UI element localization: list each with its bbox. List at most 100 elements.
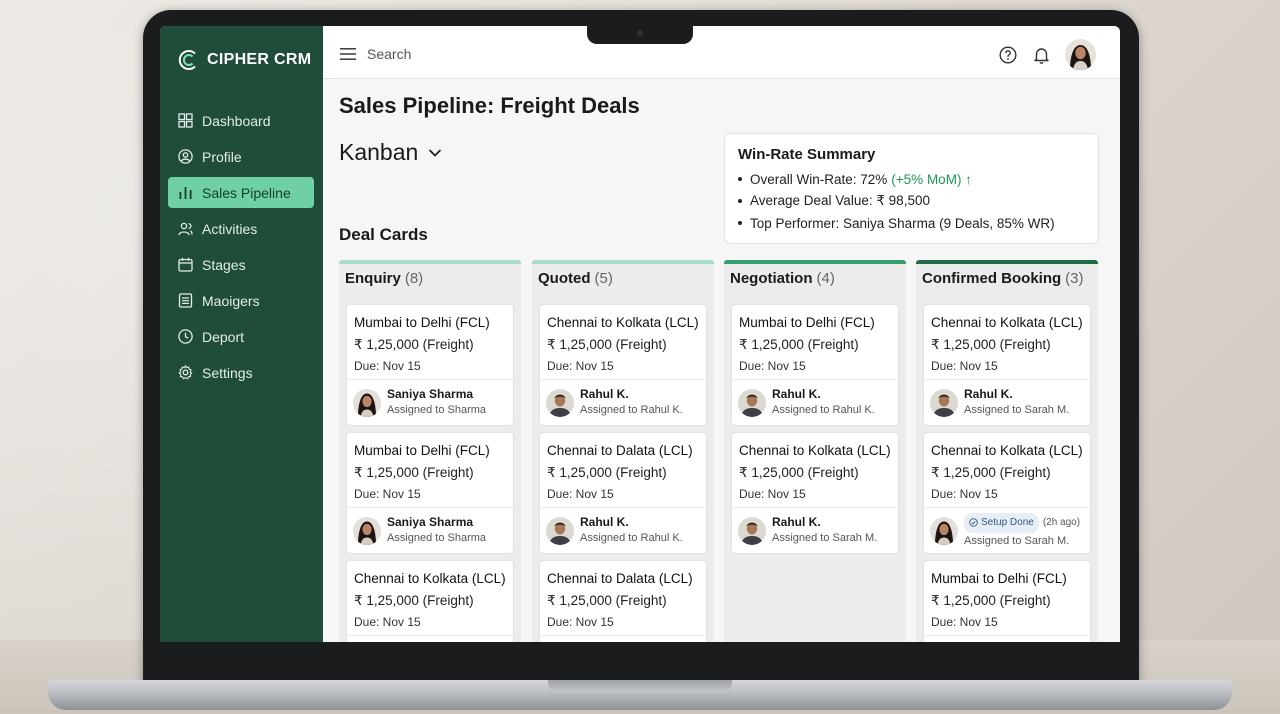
deal-value: ₹ 1,25,000 (Freight) xyxy=(739,337,859,352)
deal-due-date: Due: Nov 15 xyxy=(739,487,806,501)
assignee-avatar xyxy=(353,516,381,545)
sidebar-item-stages[interactable]: Stages xyxy=(168,249,314,280)
deal-value: ₹ 1,25,000 (Freight) xyxy=(547,337,667,352)
bullet-icon xyxy=(738,177,742,181)
brand[interactable]: CIPHER CRM xyxy=(177,48,311,72)
deal-card[interactable]: Mumbai to Delhi (FCL) ₹ 1,25,000 (Freight… xyxy=(346,432,514,554)
help-icon[interactable] xyxy=(999,46,1017,64)
camera-icon xyxy=(637,30,643,36)
kanban-column-confirmed-booking: Confirmed Booking (3) Chennai to Kolkata (… xyxy=(916,260,1098,642)
camera-notch xyxy=(587,26,693,44)
assignee-avatar xyxy=(930,516,958,545)
list-doc-icon xyxy=(178,293,193,308)
view-selector[interactable]: Kanban xyxy=(339,139,442,166)
deal-value: ₹ 1,25,000 (Freight) xyxy=(547,465,667,480)
deal-value: ₹ 1,25,000 (Freight) xyxy=(931,337,1051,352)
sidebar-item-dashboard[interactable]: Dashboard xyxy=(168,105,314,136)
deal-route: Chennai to Dalata (LCL) xyxy=(547,443,693,458)
kanban-column-enquiry: Enquiry (8) Mumbai to Delhi (FCL) ₹ 1,25,00… xyxy=(339,260,521,642)
assignee-avatar xyxy=(546,388,574,417)
deal-due-date: Due: Nov 15 xyxy=(354,487,421,501)
deal-route: Mumbai to Delhi (FCL) xyxy=(931,571,1067,586)
deal-value: ₹ 1,25,000 (Freight) xyxy=(931,593,1051,608)
sidebar-item-activities[interactable]: Activities xyxy=(168,213,314,244)
deal-due-date: Due: Nov 15 xyxy=(739,359,806,373)
sidebar-item-settings[interactable]: Settings xyxy=(168,357,314,388)
sidebar-item-profile[interactable]: Profile xyxy=(168,141,314,172)
deal-card[interactable]: Chennai to Kolkata (LCL) ₹ 1,25,000 (Frei… xyxy=(923,304,1091,426)
deal-due-date: Due: Nov 15 xyxy=(354,615,421,629)
assignee-avatar xyxy=(738,388,766,417)
sidebar-item-label: Maoigers xyxy=(202,292,260,309)
grid-icon xyxy=(178,113,193,128)
clock-icon xyxy=(178,329,193,344)
deal-card[interactable]: Chennai to Kolkata (LCL) ₹ 1,25,000 (Frei… xyxy=(923,432,1091,554)
deal-card[interactable]: Mumbai to Delhi (FCL) ₹ 1,25,000 (Freight… xyxy=(731,304,899,426)
deal-card-footer xyxy=(540,635,706,642)
laptop-base-notch xyxy=(548,680,732,692)
sidebar: CIPHER CRM Dashboard Profile Sales Pipelin… xyxy=(160,26,323,642)
assigned-to-text: Assigned to Sharma xyxy=(387,404,487,416)
deal-value: ₹ 1,25,000 (Freight) xyxy=(354,337,474,352)
deal-card-footer: Setup Done (2h ago) Assigned to Sarah M. xyxy=(924,507,1090,553)
deal-card[interactable]: Mumbai to Delhi (FCL) ₹ 1,25,000 (Freight… xyxy=(346,304,514,426)
win-rate-top-performer: Top Performer: Saniya Sharma (9 Deals, 8… xyxy=(738,212,1085,234)
deal-value: ₹ 1,25,000 (Freight) xyxy=(354,593,474,608)
bullet-icon xyxy=(738,199,742,203)
column-header[interactable]: Enquiry (8) xyxy=(339,264,521,296)
deal-card-footer: Saniya Sharma Assigned to Sharma xyxy=(347,507,513,553)
win-rate-change: (+5% MoM) ↑ xyxy=(891,171,972,187)
column-title: Enquiry xyxy=(345,270,401,287)
column-header[interactable]: Quoted (5) xyxy=(532,264,714,296)
deal-card[interactable]: Chennai to Dalata (LCL) ₹ 1,25,000 (Freig… xyxy=(539,432,707,554)
status-time: (2h ago) xyxy=(1042,516,1081,528)
deal-route: Mumbai to Delhi (FCL) xyxy=(354,443,490,458)
sidebar-item-label: Stages xyxy=(202,256,246,273)
deal-card[interactable]: Chennai to Dalata (LCL) ₹ 1,25,000 (Freig… xyxy=(539,560,707,642)
deal-value: ₹ 1,25,000 (Freight) xyxy=(931,465,1051,480)
assigned-to-text: Assigned to Rahul K. xyxy=(580,404,683,416)
sidebar-item-label: Profile xyxy=(202,148,242,165)
deal-route: Chennai to Kolkata (LCL) xyxy=(547,315,699,330)
sidebar-nav: Dashboard Profile Sales Pipeline Activities… xyxy=(168,105,314,393)
deal-due-date: Due: Nov 15 xyxy=(354,359,421,373)
assignee-name: Saniya Sharma xyxy=(387,387,474,401)
deal-route: Chennai to Kolkata (LCL) xyxy=(739,443,891,458)
deal-card-footer: Rahul K. Assigned to Sarah M. xyxy=(924,379,1090,425)
win-rate-title: Win-Rate Summary xyxy=(738,146,876,163)
chevron-down-icon xyxy=(429,148,442,157)
column-header[interactable]: Negotiation (4) xyxy=(724,264,906,296)
sidebar-item-label: Deport xyxy=(202,328,245,345)
sidebar-item-deport[interactable]: Deport xyxy=(168,321,314,352)
cipher-logo-icon xyxy=(178,50,196,70)
hamburger-menu-icon[interactable] xyxy=(340,48,356,60)
deal-card[interactable]: Chennai to Kolkata (LCL) ₹ 1,25,000 (Frei… xyxy=(539,304,707,426)
search-input[interactable] xyxy=(367,43,587,65)
topbar xyxy=(323,26,1120,79)
sidebar-item-maoigers[interactable]: Maoigers xyxy=(168,285,314,316)
bar-chart-icon xyxy=(179,187,192,199)
deal-card-footer: Saniya Sharma Assigned to Sharma xyxy=(347,379,513,425)
deal-card[interactable]: Chennai to Kolkata (LCL) ₹ 1,25,000 (Frei… xyxy=(731,432,899,554)
column-header[interactable]: Confirmed Booking (3) xyxy=(916,264,1098,296)
assigned-to-text: Assigned to Sarah M. xyxy=(964,404,1070,416)
deal-value: ₹ 1,25,000 (Freight) xyxy=(354,465,474,480)
status-badge: Setup Done xyxy=(964,512,1039,533)
assigned-to-text: Assigned to Rahul K. xyxy=(580,532,683,544)
deal-card[interactable]: Mumbai to Delhi (FCL) ₹ 1,25,000 (Freight… xyxy=(923,560,1091,642)
assigned-to-text: Assigned to Sarah M. xyxy=(772,532,878,544)
win-rate-overall-text: Overall Win-Rate: 72% xyxy=(750,171,888,187)
sidebar-item-sales-pipeline[interactable]: Sales Pipeline xyxy=(168,177,314,208)
deal-route: Chennai to Kolkata (LCL) xyxy=(931,443,1083,458)
check-circle-icon xyxy=(969,518,978,527)
page-title: Sales Pipeline: Freight Deals xyxy=(339,93,640,118)
deal-card[interactable]: Chennai to Kolkata (LCL) ₹ 1,25,000 (Frei… xyxy=(346,560,514,642)
assigned-to-text: Assigned to Rahul K. xyxy=(772,404,875,416)
user-avatar[interactable] xyxy=(1065,39,1096,70)
people-icon xyxy=(178,222,193,236)
bell-icon[interactable] xyxy=(1033,46,1050,64)
user-circle-icon xyxy=(178,149,193,164)
status-badge-label: Setup Done xyxy=(981,516,1034,528)
sidebar-item-label: Dashboard xyxy=(202,112,271,129)
assignee-name: Rahul K. xyxy=(580,515,629,529)
